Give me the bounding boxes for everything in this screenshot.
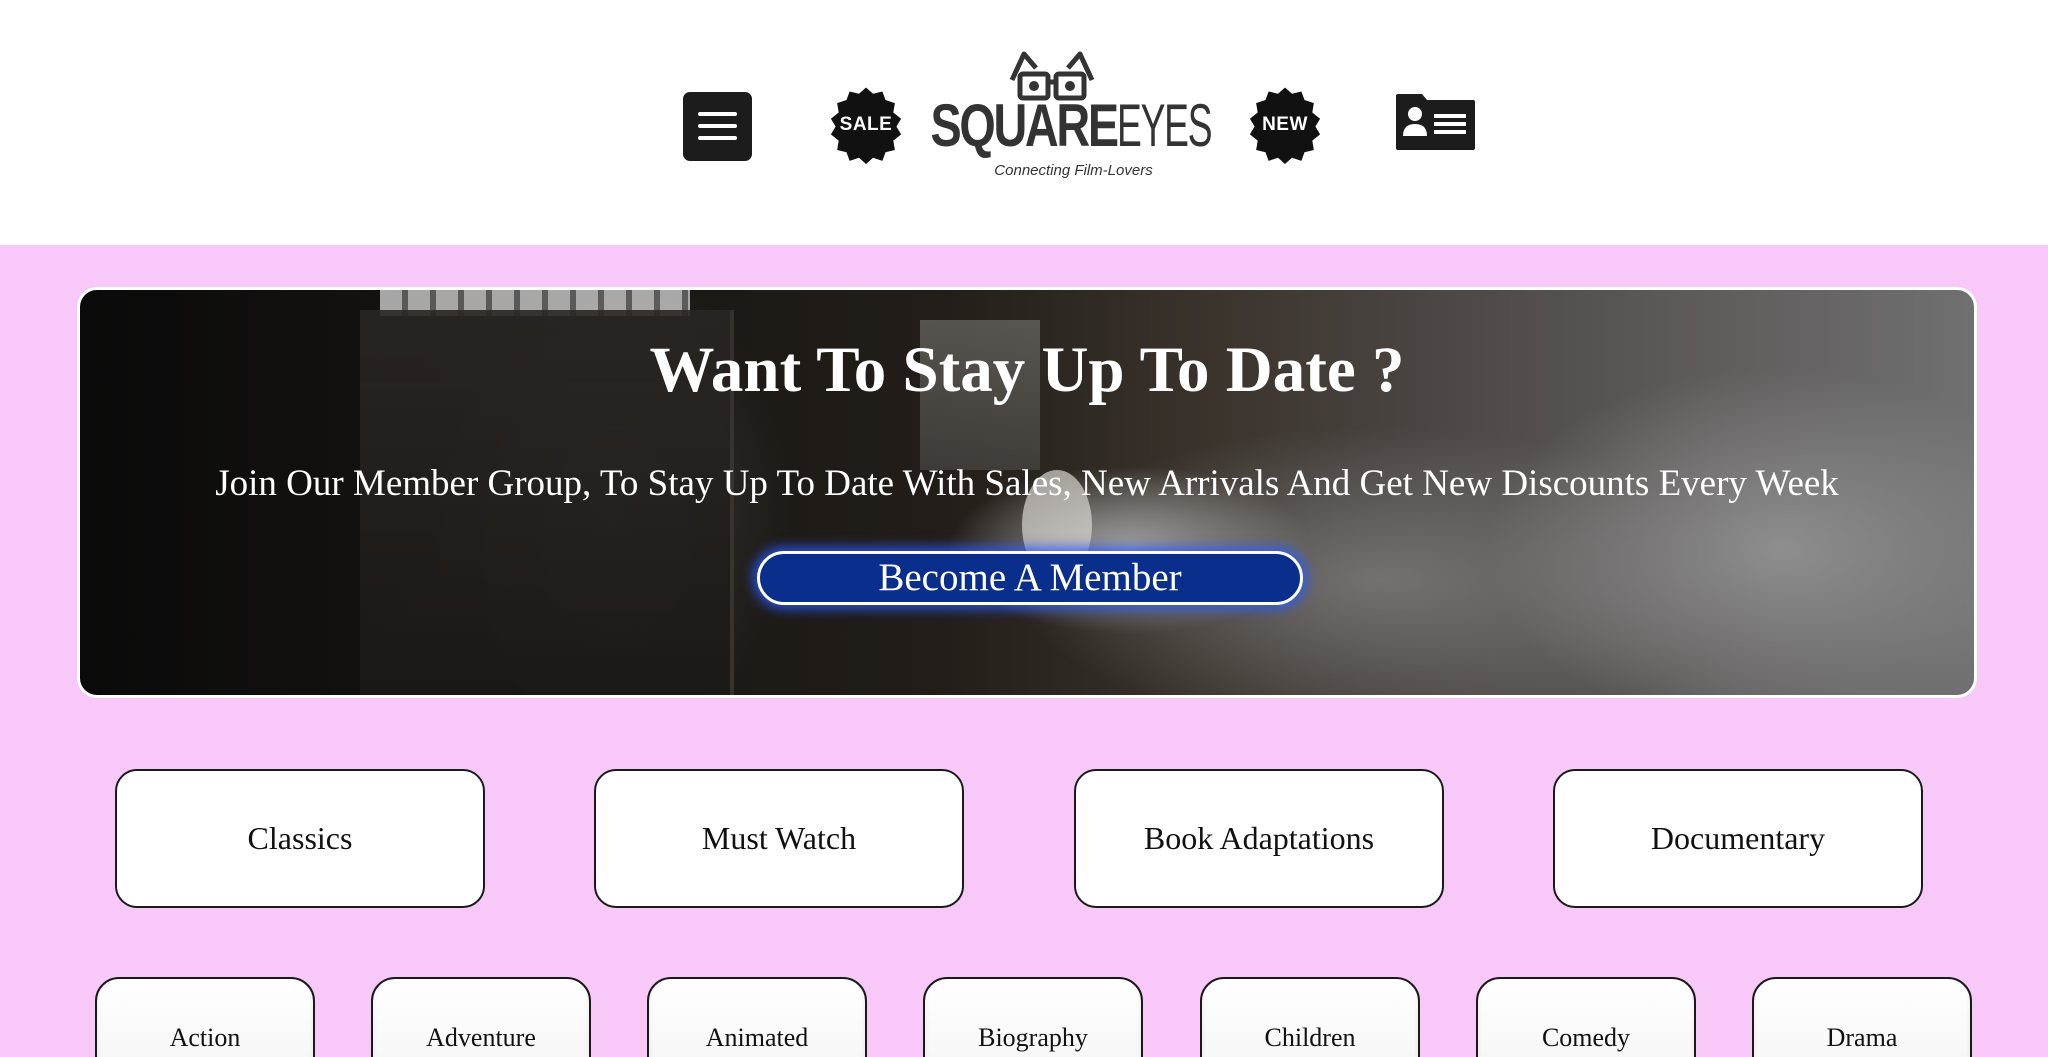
hamburger-menu-icon[interactable] (683, 92, 752, 161)
new-badge-icon[interactable]: NEW (1246, 86, 1324, 164)
genre-button-biography[interactable]: Biography (923, 977, 1143, 1057)
member-card-shape (1396, 94, 1475, 150)
logo-word-eyes: EYES (1116, 92, 1213, 159)
menu-bar (698, 112, 737, 116)
site-header: SALE SQUARE EYES Connecting Film-Lovers N… (0, 0, 2048, 245)
genre-button-comedy[interactable]: Comedy (1476, 977, 1696, 1057)
banner-text: Join Our Member Group, To Stay Up To Dat… (215, 463, 1839, 504)
category-button-documentary[interactable]: Documentary (1553, 769, 1923, 908)
genre-button-drama[interactable]: Drama (1752, 977, 1972, 1057)
menu-bar (698, 136, 737, 140)
become-member-button[interactable]: Become A Member (757, 551, 1303, 605)
genre-button-adventure[interactable]: Adventure (371, 977, 591, 1057)
genre-button-children[interactable]: Children (1200, 977, 1420, 1057)
category-button-book-adaptations[interactable]: Book Adaptations (1074, 769, 1444, 908)
logo-tagline: Connecting Film-Lovers (994, 162, 1153, 179)
sale-badge-icon[interactable]: SALE (827, 86, 905, 164)
genre-button-animated[interactable]: Animated (647, 977, 867, 1057)
logo-word-square: SQUARE (930, 92, 1120, 159)
square-eyes-logo[interactable]: SQUARE EYES Connecting Film-Lovers (931, 50, 1213, 185)
membership-banner: Want To Stay Up To Date ? Join Our Membe… (77, 287, 1977, 698)
member-card-icon[interactable] (1394, 90, 1477, 152)
category-button-classics[interactable]: Classics (115, 769, 485, 908)
category-button-must-watch[interactable]: Must Watch (594, 769, 964, 908)
sale-badge-label: SALE (839, 114, 893, 135)
new-badge-label: NEW (1262, 114, 1308, 135)
menu-bar (698, 124, 737, 128)
logo-wordmark: SQUARE EYES (931, 96, 1213, 160)
genre-button-action[interactable]: Action (95, 977, 315, 1057)
banner-title: Want To Stay Up To Date ? (649, 334, 1405, 406)
